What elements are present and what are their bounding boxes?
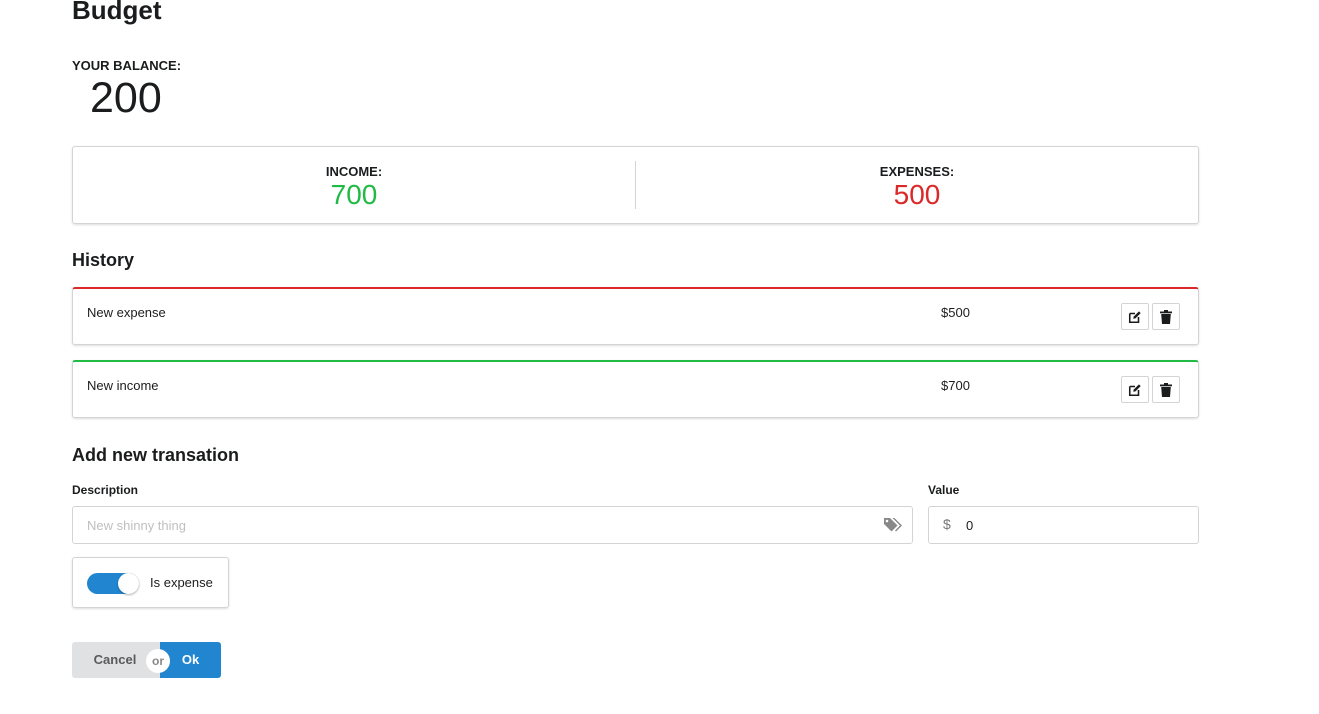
is-expense-label[interactable]: Is expense [150,575,213,591]
edit-icon [1128,310,1141,323]
history-heading: History [72,250,135,270]
description-input[interactable] [87,507,867,543]
balance-label: YOUR BALANCE: [72,58,182,73]
edit-icon [1128,383,1141,396]
delete-button[interactable] [1152,376,1180,403]
history-item-amount: $500 [941,305,970,320]
expenses-value: 500 [893,179,941,210]
expenses-stat: EXPENSES: 500 [636,147,1198,223]
or-divider: or [146,649,170,673]
history-item-actions [1121,303,1180,330]
description-field [72,506,913,544]
history-item-income: New income $700 [72,360,1199,418]
trash-icon [1160,309,1172,324]
description-label: Description [72,483,139,497]
delete-button[interactable] [1152,303,1180,330]
page-title: Budget [72,0,162,25]
income-expenses-panel: INCOME: 700 EXPENSES: 500 [72,146,1199,224]
tags-icon [884,518,902,532]
balance-value: 200 [90,74,162,122]
trash-icon [1160,382,1172,397]
is-expense-toggle[interactable] [87,573,139,594]
is-expense-segment: Is expense [72,557,229,608]
edit-button[interactable] [1121,303,1149,330]
income-label: INCOME: [325,164,383,179]
budget-page: Budget YOUR BALANCE: 200 INCOME: 700 EXP… [0,0,1319,714]
income-stat: INCOME: 700 [73,147,635,223]
history-item-actions [1121,376,1180,403]
value-input[interactable] [966,507,1186,543]
value-label: Value [928,483,960,497]
history-item-description: New income [87,378,159,393]
value-field: $ [928,506,1199,544]
add-transaction-heading: Add new transation [72,445,240,465]
expenses-label: EXPENSES: [879,164,955,179]
history-item-amount: $700 [941,378,970,393]
history-item-expense: New expense $500 [72,287,1199,345]
dollar-icon: $ [943,516,951,532]
income-value: 700 [330,179,378,210]
form-button-group: Cancel Ok or [72,642,221,678]
history-item-description: New expense [87,305,166,320]
edit-button[interactable] [1121,376,1149,403]
toggle-knob [118,573,139,594]
